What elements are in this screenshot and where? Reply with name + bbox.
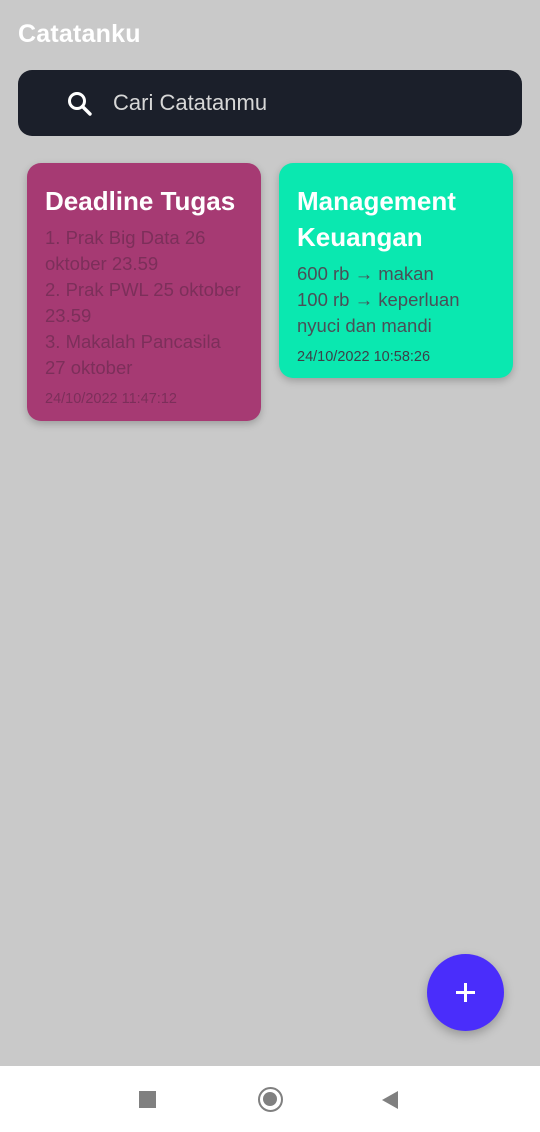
note-body: 1. Prak Big Data 26 oktober 23.59 2. Pra…	[45, 227, 241, 378]
note-date: 24/10/2022 10:58:26	[297, 349, 431, 365]
plus-icon	[456, 983, 475, 1002]
note-body: 600 rb → makan 100 rb → keperluan nyuci …	[297, 263, 460, 336]
app-screen: Catatanku Deadline Tugas 1. Prak Big Dat…	[0, 0, 540, 1132]
home-icon[interactable]	[258, 1087, 283, 1112]
search-bar[interactable]	[18, 70, 522, 136]
add-note-button[interactable]	[427, 954, 504, 1031]
back-icon[interactable]	[381, 1090, 399, 1110]
note-title: Management Keuangan	[297, 186, 456, 252]
recent-apps-icon[interactable]	[139, 1091, 156, 1108]
note-title: Deadline Tugas	[45, 186, 236, 216]
search-icon	[67, 91, 93, 117]
app-title: Catatanku	[18, 20, 141, 48]
search-input[interactable]	[113, 70, 513, 136]
system-nav-bar	[0, 1066, 540, 1132]
note-card[interactable]: Management Keuangan 600 rb → makan 100 r…	[279, 163, 513, 378]
note-date: 24/10/2022 11:47:12	[45, 391, 177, 407]
note-card[interactable]: Deadline Tugas 1. Prak Big Data 26 oktob…	[27, 163, 261, 421]
